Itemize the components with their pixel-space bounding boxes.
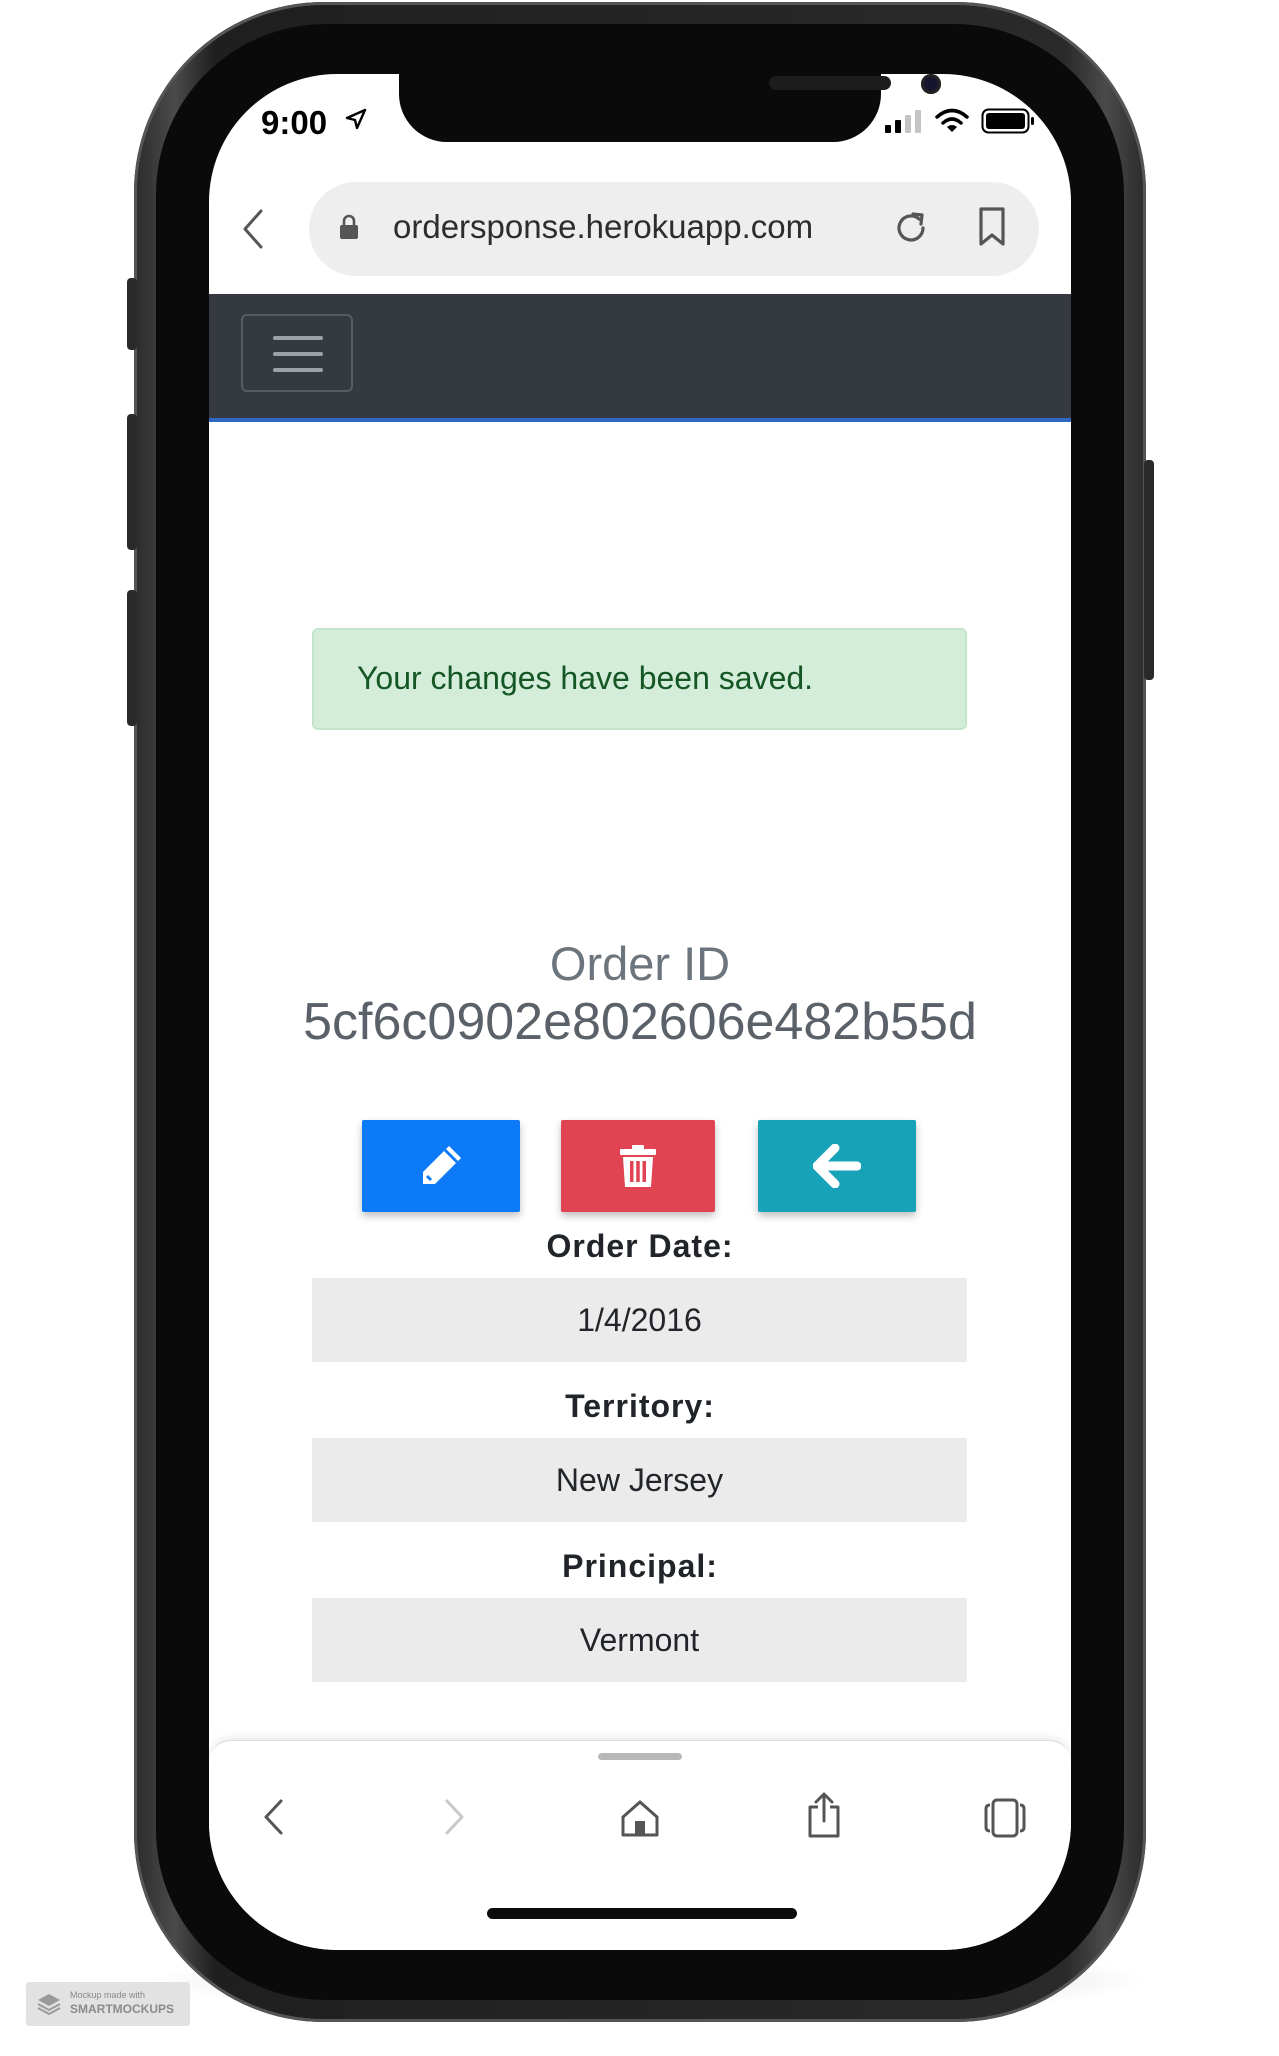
volume-down-button: [127, 590, 137, 726]
alert-message: Your changes have been saved.: [357, 660, 814, 696]
delete-button[interactable]: [561, 1120, 715, 1212]
battery-icon: [981, 108, 1034, 134]
watermark-line1: Mockup made with: [70, 1990, 146, 2000]
address-bar[interactable]: ordersponse.herokuapp.com: [309, 182, 1039, 276]
principal-label: Principal:: [562, 1548, 718, 1584]
smartmockups-watermark: Mockup made with SMARTMOCKUPS: [26, 1982, 190, 2026]
toolbar-back-icon[interactable]: [261, 1797, 285, 1837]
app-navbar: [209, 294, 1071, 422]
home-indicator[interactable]: [487, 1908, 797, 1919]
earpiece-speaker: [769, 76, 891, 90]
order-date-label: Order Date:: [546, 1228, 734, 1264]
trash-icon: [620, 1145, 656, 1187]
wifi-icon: [935, 108, 969, 132]
power-button: [1144, 460, 1154, 680]
notch: [399, 74, 941, 142]
mute-switch: [127, 278, 137, 350]
reload-icon[interactable]: [891, 208, 931, 248]
home-icon[interactable]: [619, 1797, 661, 1839]
territory-label: Territory:: [565, 1388, 715, 1424]
principal-value: Vermont: [312, 1598, 967, 1682]
toolbar-forward-icon[interactable]: [443, 1797, 467, 1837]
status-time: 9:00: [261, 104, 328, 141]
toolbar-grabber: [598, 1753, 682, 1760]
territory-value: New Jersey: [312, 1438, 967, 1522]
url-text: ordersponse.herokuapp.com: [393, 208, 814, 245]
order-id-value: 5cf6c0902e802606e482b55d: [303, 993, 977, 1051]
volume-up-button: [127, 414, 137, 550]
success-alert: Your changes have been saved.: [312, 628, 967, 730]
pencil-icon: [423, 1146, 461, 1184]
back-button[interactable]: [758, 1120, 916, 1212]
tabs-icon[interactable]: [983, 1797, 1027, 1839]
status-indicators: [885, 108, 1035, 134]
layers-icon: [37, 1994, 61, 2016]
front-camera: [921, 74, 941, 94]
bookmark-icon[interactable]: [977, 206, 1007, 248]
watermark-line2: SMARTMOCKUPS: [70, 2002, 174, 2016]
location-arrow-icon: [345, 108, 367, 130]
share-icon[interactable]: [805, 1791, 843, 1839]
phone-screen: 9:00 ordersponse.herokuapp.com Your chan…: [209, 74, 1071, 1950]
hamburger-icon-line: [273, 368, 323, 372]
order-date-value: 1/4/2016: [312, 1278, 967, 1362]
hamburger-icon-line: [273, 352, 323, 356]
navbar-toggle-button[interactable]: [241, 314, 353, 392]
order-id-label: Order ID: [549, 937, 731, 990]
edit-button[interactable]: [362, 1120, 520, 1212]
lock-icon: [340, 214, 358, 239]
hamburger-icon-line: [273, 336, 323, 340]
arrow-left-icon: [813, 1144, 861, 1188]
signal-icon: [885, 110, 921, 133]
browser-back-icon[interactable]: [241, 209, 265, 249]
